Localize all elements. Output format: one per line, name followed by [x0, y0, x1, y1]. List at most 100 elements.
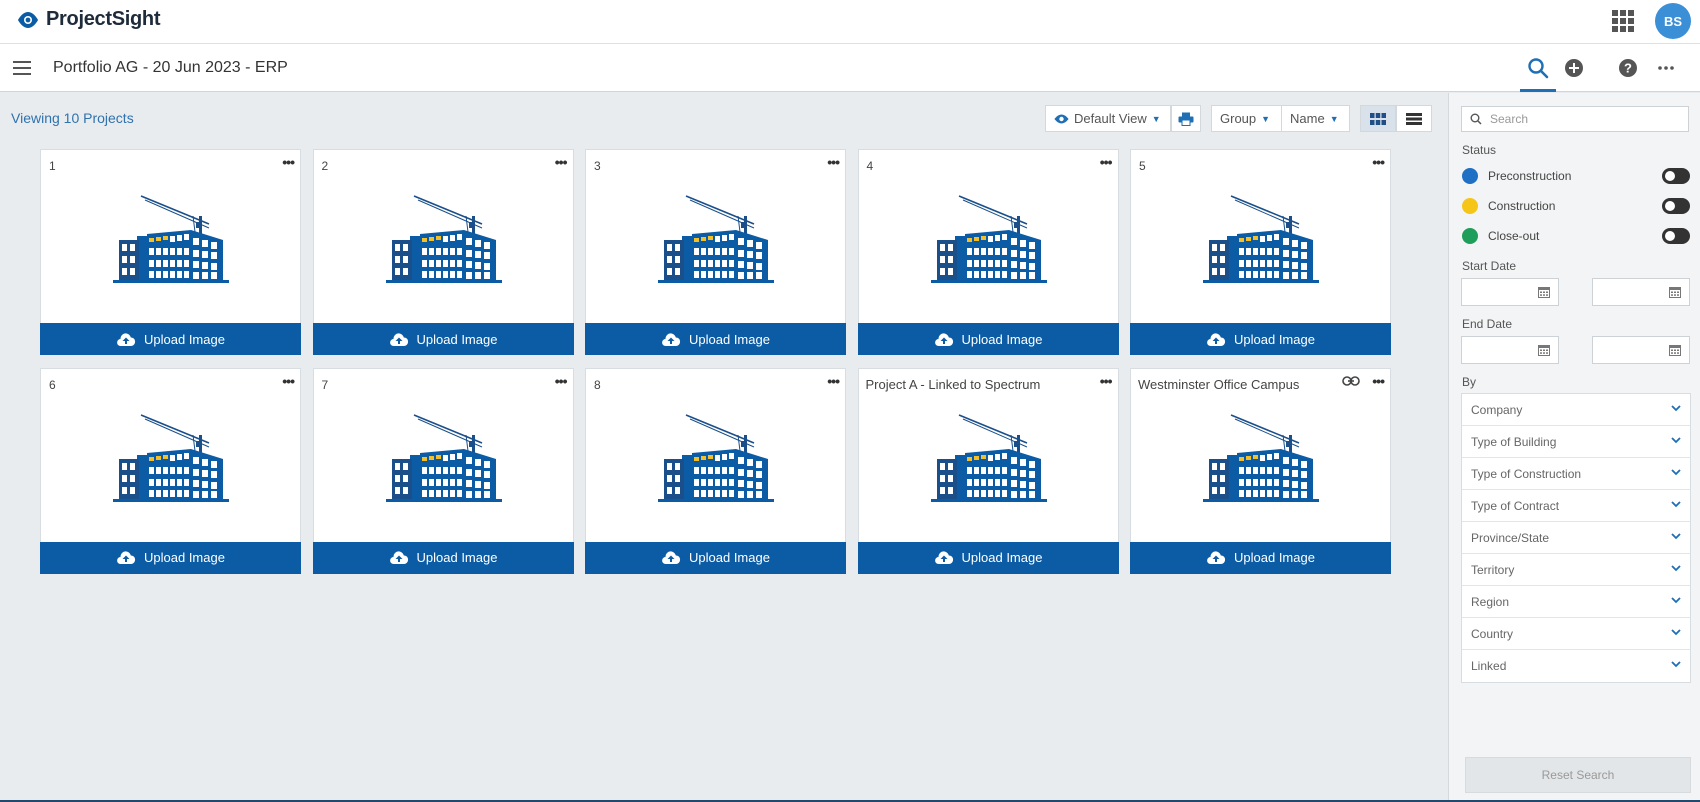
building-placeholder-image — [1203, 413, 1319, 508]
building-placeholder-image — [658, 194, 774, 289]
card-more-options-icon[interactable]: ••• — [282, 373, 295, 389]
upload-image-button[interactable]: Upload Image — [857, 541, 1119, 574]
by-filter-label: Type of Building — [1471, 434, 1557, 449]
upload-image-button[interactable]: Upload Image — [40, 323, 301, 355]
print-button[interactable] — [1171, 105, 1201, 132]
project-card-title[interactable]: 7 — [322, 378, 329, 392]
upload-image-button[interactable]: Upload Image — [1130, 323, 1391, 355]
cloud-upload-icon — [934, 551, 953, 564]
list-view-button[interactable] — [1396, 105, 1432, 132]
building-placeholder-image — [658, 413, 774, 508]
by-filter-linked[interactable]: Linked — [1462, 650, 1690, 682]
project-card-title[interactable]: 3 — [594, 159, 601, 173]
status-dot — [1462, 168, 1478, 184]
project-card[interactable]: 6 ••• Upload Image — [40, 367, 301, 574]
start-date-to-input[interactable] — [1592, 278, 1690, 306]
card-more-options-icon[interactable]: ••• — [1372, 373, 1385, 389]
end-date-from-input[interactable] — [1461, 336, 1559, 364]
by-filter-label: Territory — [1471, 562, 1515, 577]
end-date-label: End Date — [1462, 317, 1513, 331]
calendar-icon — [1538, 287, 1550, 298]
grid-view-button[interactable] — [1360, 105, 1396, 132]
view-selector[interactable]: Default View ▼ — [1045, 105, 1171, 132]
upload-image-button[interactable]: Upload Image — [312, 541, 574, 574]
card-more-options-icon[interactable]: ••• — [555, 373, 568, 389]
project-card[interactable]: Westminster Office Campus ••• Upload Ima… — [1130, 367, 1391, 574]
cloud-upload-icon — [389, 551, 408, 564]
end-date-to-input[interactable] — [1592, 336, 1690, 364]
card-more-options-icon[interactable]: ••• — [1100, 154, 1113, 170]
card-more-options-icon[interactable]: ••• — [1372, 154, 1385, 170]
preconstruction-toggle[interactable] — [1662, 168, 1690, 184]
by-filter-country[interactable]: Country — [1462, 618, 1690, 650]
project-card-title[interactable]: 8 — [594, 378, 601, 392]
cloud-upload-icon — [662, 551, 681, 564]
filter-search-input[interactable] — [1490, 112, 1680, 126]
help-icon[interactable]: ? — [1614, 54, 1642, 82]
upload-image-button[interactable]: Upload Image — [1130, 541, 1391, 574]
chevron-down-icon — [1671, 533, 1681, 540]
filter-search[interactable] — [1461, 106, 1689, 132]
upload-image-label: Upload Image — [1234, 331, 1315, 347]
more-options-icon[interactable] — [1652, 54, 1680, 82]
logo[interactable]: ProjectSight — [16, 8, 161, 31]
link-icon[interactable] — [1342, 375, 1360, 386]
by-label: By — [1462, 375, 1477, 389]
sort-selector[interactable]: Name ▼ — [1281, 105, 1350, 132]
start-date-label: Start Date — [1462, 259, 1517, 273]
card-more-options-icon[interactable]: ••• — [827, 154, 840, 170]
start-date-from-input[interactable] — [1461, 278, 1559, 306]
building-placeholder-image — [113, 194, 229, 289]
by-filter-province-state[interactable]: Province/State — [1462, 522, 1690, 554]
cloud-upload-icon — [389, 332, 408, 346]
status-filter-close-out: Close-out — [1462, 226, 1690, 246]
upload-image-button[interactable]: Upload Image — [312, 323, 574, 355]
menu-icon[interactable] — [13, 61, 31, 75]
chevron-down-icon — [1671, 501, 1681, 508]
upload-image-button[interactable]: Upload Image — [40, 541, 301, 574]
project-card-title[interactable]: 6 — [49, 378, 56, 392]
app-switcher-icon[interactable] — [1612, 10, 1634, 32]
project-card[interactable]: 7 ••• Upload Image — [312, 367, 574, 574]
upload-image-button[interactable]: Upload Image — [585, 323, 846, 355]
close-out-toggle[interactable] — [1662, 228, 1690, 244]
project-card-title[interactable]: Project A - Linked to Spectrum — [866, 377, 1041, 392]
app-name: ProjectSight — [46, 8, 161, 30]
card-more-options-icon[interactable]: ••• — [1100, 373, 1113, 389]
reset-search-button[interactable]: Reset Search — [1465, 757, 1691, 793]
group-selector[interactable]: Group ▼ — [1211, 105, 1282, 132]
search-icon[interactable] — [1524, 54, 1552, 82]
project-card[interactable]: 8 ••• Upload Image — [585, 367, 846, 574]
project-card[interactable]: 2 ••• Upload Image — [312, 149, 574, 355]
project-card-title[interactable]: 5 — [1139, 159, 1146, 173]
by-filter-label: Linked — [1471, 659, 1507, 673]
user-avatar[interactable]: BS — [1655, 3, 1691, 39]
project-card[interactable]: Project A - Linked to Spectrum ••• Uploa… — [857, 367, 1119, 574]
card-more-options-icon[interactable]: ••• — [282, 154, 295, 170]
project-card[interactable]: 1 ••• Upload Image — [40, 149, 301, 355]
by-filter-territory[interactable]: Territory — [1462, 554, 1690, 586]
upload-image-button[interactable]: Upload Image — [857, 323, 1119, 355]
by-filter-type-of-contract[interactable]: Type of Contract — [1462, 490, 1690, 522]
card-more-options-icon[interactable]: ••• — [827, 373, 840, 389]
add-icon[interactable] — [1560, 54, 1588, 82]
project-card-title[interactable]: Westminster Office Campus — [1138, 377, 1299, 392]
by-filter-label: Region — [1471, 594, 1510, 609]
chevron-down-icon — [1671, 629, 1681, 636]
card-more-options-icon[interactable]: ••• — [555, 154, 568, 170]
project-card-title[interactable]: 4 — [867, 159, 874, 173]
upload-image-button[interactable]: Upload Image — [585, 541, 846, 574]
chevron-down-icon — [1671, 437, 1681, 444]
by-filter-type-of-building[interactable]: Type of Building — [1462, 426, 1690, 458]
by-filter-company[interactable]: Company — [1462, 394, 1690, 426]
construction-toggle[interactable] — [1662, 198, 1690, 214]
calendar-icon — [1669, 345, 1681, 356]
project-card[interactable]: 4 ••• Upload Image — [857, 149, 1119, 355]
project-card[interactable]: 5 ••• Upload Image — [1130, 149, 1391, 355]
project-card-title[interactable]: 2 — [322, 159, 329, 173]
by-filter-region[interactable]: Region — [1462, 586, 1690, 618]
by-filter-type-of-construction[interactable]: Type of Construction — [1462, 458, 1690, 490]
top-bar: ProjectSight BS — [0, 0, 1700, 44]
project-card-title[interactable]: 1 — [49, 159, 56, 173]
project-card[interactable]: 3 ••• Upload Image — [585, 149, 846, 355]
